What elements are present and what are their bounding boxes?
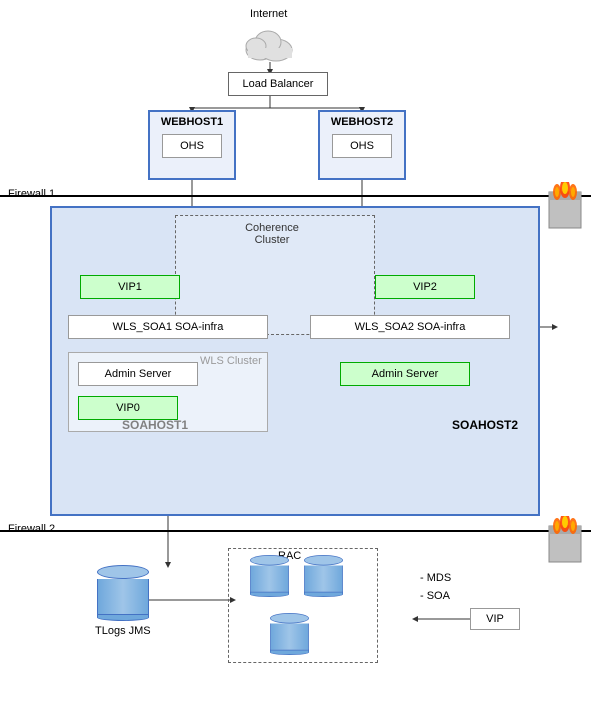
soa-label: - SOA [420,588,451,606]
webhost1-ohs: OHS [162,134,222,158]
firewall1-icon [547,182,583,232]
webhost1-box: WEBHOST1 OHS [148,110,236,180]
rac-db-group [250,555,360,669]
coherence-line1: Coherence [222,222,322,234]
rac-cylinder-2 [304,555,343,597]
webhost1-label: WEBHOST1 [150,116,234,128]
vip2-box: VIP2 [375,275,475,299]
wls-soa1-box: WLS_SOA1 SOA-infra [68,315,268,339]
vip-bottom-box: VIP [470,608,520,630]
firewall1-line [0,195,591,197]
firewall1-label: Firewall 1 [8,188,55,200]
soahost2-label: SOAHOST2 [452,418,518,432]
tlogs-cylinder [95,565,151,621]
internet-label: Internet [250,8,287,20]
firewall2-icon [547,516,583,566]
wls-soa2-box: WLS_SOA2 SOA-infra [310,315,510,339]
load-balancer-box: Load Balancer [228,72,328,96]
vip1-box: VIP1 [80,275,180,299]
architecture-diagram: Internet Load Balancer WEBHOST1 OHS WEBH… [0,0,591,702]
vip0-box: VIP0 [78,396,178,420]
webhost2-label: WEBHOST2 [320,116,404,128]
rac-cylinder-1 [250,555,289,597]
mds-label: - MDS [420,570,451,588]
firewall2-line [0,530,591,532]
webhost2-ohs: OHS [332,134,392,158]
admin-server-right: Admin Server [340,362,470,386]
coherence-line2: Cluster [222,234,322,246]
admin-server-left: Admin Server [78,362,198,386]
tlogs-label: TLogs JMS [95,625,151,637]
mds-soa-label: - MDS - SOA [420,570,451,605]
webhost2-box: WEBHOST2 OHS [318,110,406,180]
tlogs-db: TLogs JMS [95,565,151,637]
cloud-icon [240,22,300,62]
firewall2-label: Firewall 2 [8,523,55,535]
rac-cylinder-3 [270,613,309,655]
coherence-label: Coherence Cluster [222,222,322,246]
